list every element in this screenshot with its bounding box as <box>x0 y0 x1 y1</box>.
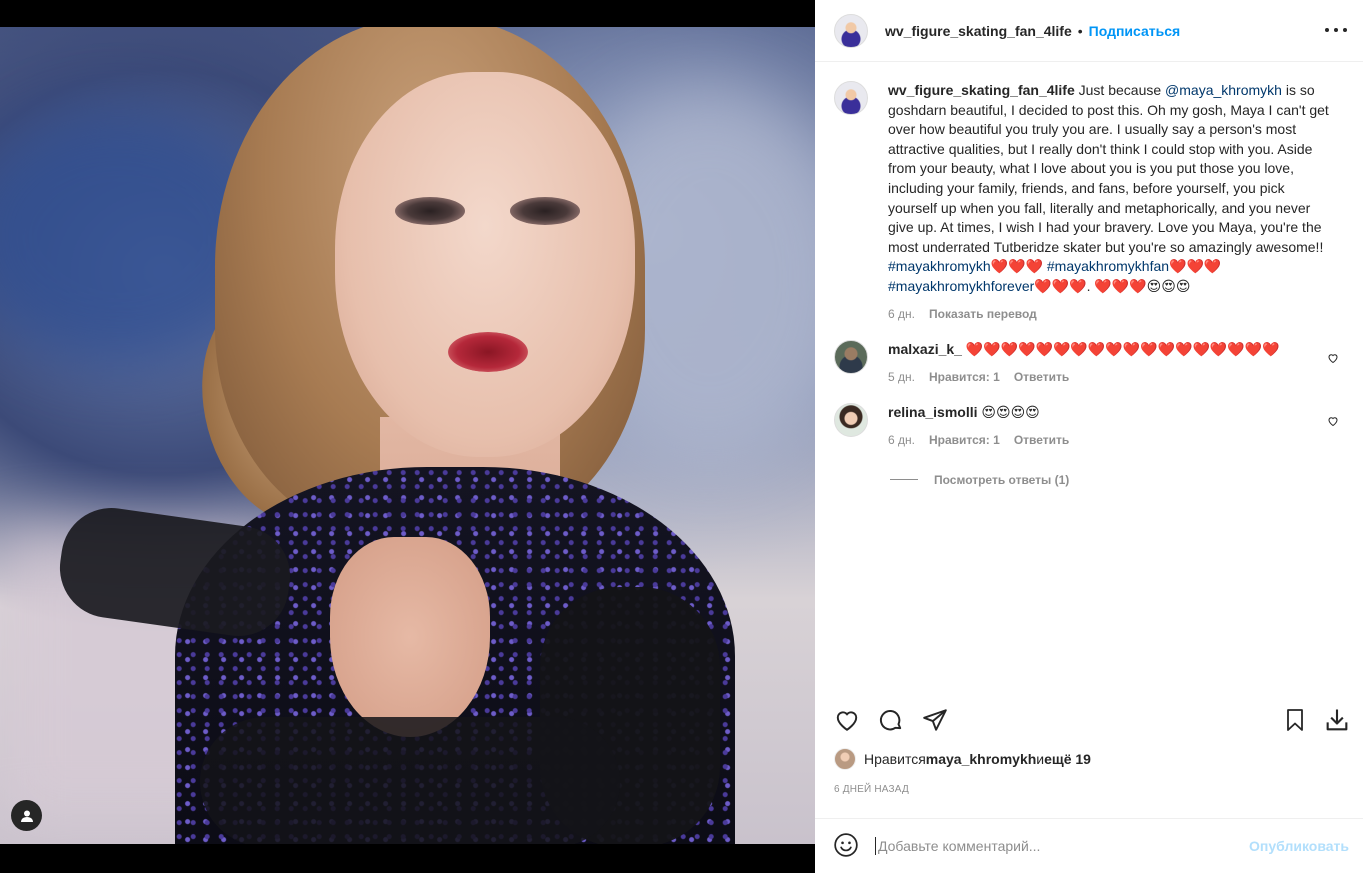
mention-link[interactable]: @maya_khromykh <box>1165 82 1282 98</box>
heart-icon[interactable] <box>833 706 861 734</box>
caption-emoji: ❤️❤️❤️ <box>1169 258 1222 275</box>
more-icon[interactable] <box>1325 20 1347 40</box>
heart-icon[interactable] <box>1327 352 1339 364</box>
bookmark-icon[interactable] <box>1281 706 1309 734</box>
comment-input[interactable]: Добавьте комментарий... <box>875 837 1249 855</box>
translate-button[interactable]: Показать перевод <box>929 305 1037 325</box>
view-replies-label: Посмотреть ответы (1) <box>934 472 1070 487</box>
action-bar <box>815 700 1363 740</box>
comment-body: malxazi_k_ ❤️❤️❤️❤️❤️❤️❤️❤️❤️❤️❤️❤️❤️❤️❤… <box>888 340 1308 387</box>
commenter-username[interactable]: malxazi_k_ <box>888 341 962 357</box>
separator-dot: • <box>1077 22 1083 39</box>
hashtag-link[interactable]: #mayakhromykhforever <box>888 278 1034 294</box>
commenter-avatar[interactable] <box>834 340 868 375</box>
user-tag-icon[interactable] <box>11 800 42 831</box>
replies-line <box>890 479 918 480</box>
media-bottom-bar <box>0 844 815 873</box>
photo-eye <box>395 197 465 225</box>
likes-summary: Нравится maya_khromykh и ещё 19 <box>834 748 1091 770</box>
photo-lips <box>448 332 528 372</box>
post-side-panel: wv_figure_skating_fan_4life • Подписатьс… <box>815 0 1363 873</box>
caption: wv_figure_skating_fan_4life Just because… <box>834 81 1347 324</box>
commenter-avatar[interactable] <box>834 403 868 438</box>
comment-time[interactable]: 6 дн. <box>888 431 915 451</box>
caption-text: wv_figure_skating_fan_4life Just because… <box>888 81 1331 297</box>
caption-body: wv_figure_skating_fan_4life Just because… <box>888 81 1331 324</box>
caption-avatar[interactable] <box>834 81 868 115</box>
comment-item: relina_ismolli 😍😍😍😍 6 дн. Нравится: 1 От… <box>834 403 1347 450</box>
view-replies-button[interactable]: Посмотреть ответы (1) <box>890 473 1347 487</box>
commenter-username[interactable]: relina_ismolli <box>888 404 977 420</box>
hashtag-link[interactable]: #mayakhromykhfan <box>1047 258 1169 274</box>
follow-button[interactable]: Подписаться <box>1089 23 1181 39</box>
comment-text: malxazi_k_ ❤️❤️❤️❤️❤️❤️❤️❤️❤️❤️❤️❤️❤️❤️❤… <box>888 340 1308 360</box>
liker-username[interactable]: maya_khromykh <box>926 751 1037 767</box>
post-timestamp[interactable]: 6 ДНЕЙ НАЗАД <box>834 784 909 795</box>
photo-face <box>335 72 635 457</box>
download-icon[interactable] <box>1323 706 1351 734</box>
photo-chest <box>330 537 490 737</box>
photo-eye <box>510 197 580 225</box>
caption-emoji: ❤️❤️❤️. ❤️❤️❤️😍😍😍 <box>1034 277 1191 294</box>
hashtag-link[interactable]: #mayakhromykh <box>888 258 991 274</box>
author-avatar[interactable] <box>834 13 868 48</box>
caption-meta: 6 дн. Показать перевод <box>888 305 1331 325</box>
caption-emoji: ❤️❤️❤️ <box>990 258 1047 275</box>
comment-item: malxazi_k_ ❤️❤️❤️❤️❤️❤️❤️❤️❤️❤️❤️❤️❤️❤️❤… <box>834 340 1347 387</box>
post-header: wv_figure_skating_fan_4life • Подписатьс… <box>815 0 1363 62</box>
share-icon[interactable] <box>921 706 949 734</box>
reply-button[interactable]: Ответить <box>1014 431 1069 451</box>
add-comment-bar: Добавьте комментарий... Опубликовать <box>815 818 1363 873</box>
likes-prefix: Нравится <box>864 751 926 767</box>
liker-avatar[interactable] <box>834 748 856 770</box>
reply-button[interactable]: Ответить <box>1014 368 1069 388</box>
comments-list[interactable]: wv_figure_skating_fan_4life Just because… <box>815 63 1363 700</box>
heart-icon[interactable] <box>1327 415 1339 427</box>
likes-mid: и <box>1036 751 1045 767</box>
others-likes-link[interactable]: ещё 19 <box>1044 751 1091 767</box>
media-top-bar <box>0 0 815 27</box>
comment-icon[interactable] <box>877 706 905 734</box>
comment-content: 😍😍😍😍 <box>981 404 1040 421</box>
post-viewer: wv_figure_skating_fan_4life • Подписатьс… <box>0 0 1363 873</box>
caption-text-part: is so goshdarn beautiful, I decided to p… <box>888 82 1329 255</box>
comment-likes[interactable]: Нравится: 1 <box>929 431 1000 451</box>
caption-time[interactable]: 6 дн. <box>888 305 915 325</box>
caption-username[interactable]: wv_figure_skating_fan_4life <box>888 82 1075 98</box>
comment-content: ❤️❤️❤️❤️❤️❤️❤️❤️❤️❤️❤️❤️❤️❤️❤️❤️❤️❤️ <box>965 341 1280 358</box>
comment-meta: 6 дн. Нравится: 1 Ответить <box>888 431 1308 451</box>
photo-sleeve <box>200 717 620 844</box>
comment-meta: 5 дн. Нравится: 1 Ответить <box>888 368 1308 388</box>
comment-text: relina_ismolli 😍😍😍😍 <box>888 403 1308 423</box>
comment-time[interactable]: 5 дн. <box>888 368 915 388</box>
emoji-icon[interactable] <box>833 832 859 861</box>
caption-text-part: Just because <box>1074 82 1166 98</box>
post-photo[interactable] <box>0 27 815 844</box>
author-username[interactable]: wv_figure_skating_fan_4life <box>885 23 1072 39</box>
post-comment-button[interactable]: Опубликовать <box>1249 838 1349 854</box>
comment-likes[interactable]: Нравится: 1 <box>929 368 1000 388</box>
comment-body: relina_ismolli 😍😍😍😍 6 дн. Нравится: 1 От… <box>888 403 1308 450</box>
